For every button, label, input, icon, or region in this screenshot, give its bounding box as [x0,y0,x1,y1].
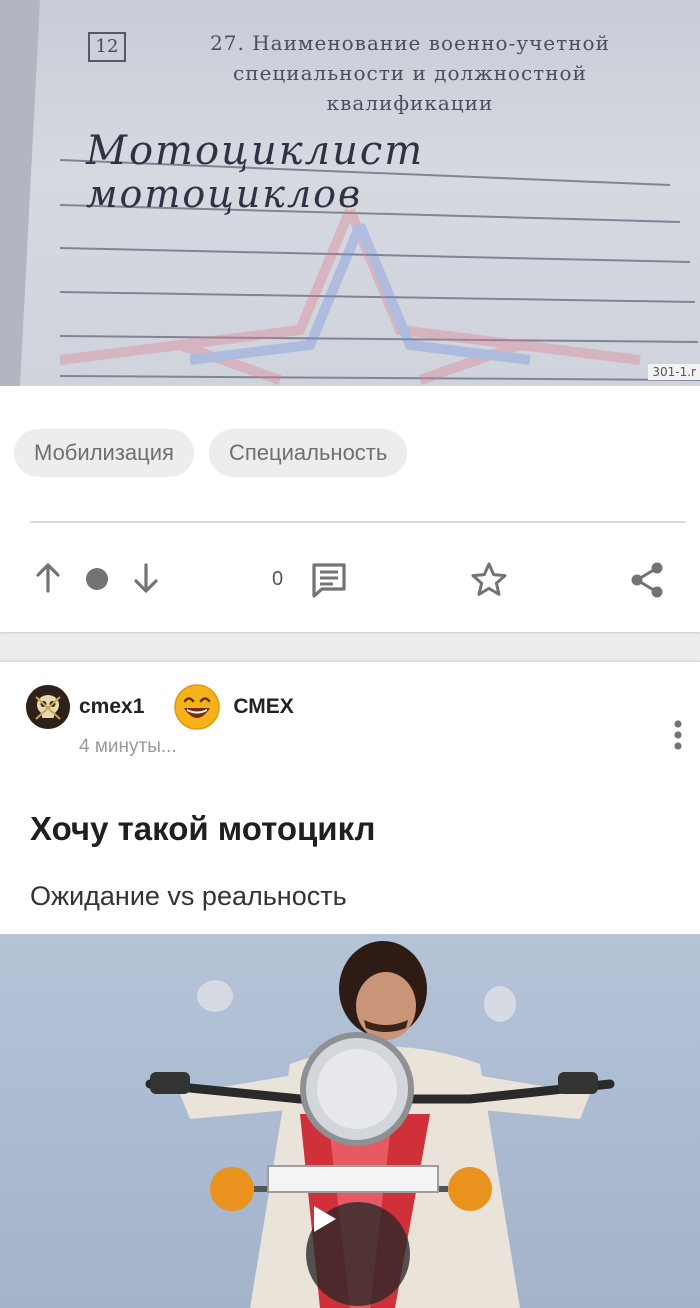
tag-mobilization[interactable]: Мобилизация [14,429,194,477]
heading-line: 27. Наименование военно-учетной [210,31,610,55]
comment-count: 0 [272,568,284,590]
handwritten-line-2: мотоциклов [86,172,363,216]
image-watermark: 301-1.r [648,364,700,380]
arrow-down-icon [134,563,158,593]
play-icon [314,1206,336,1232]
post-header: cmex1 СМЕХ [26,684,294,730]
tag-specialty[interactable]: Специальность [208,429,408,477]
share-button[interactable] [624,558,670,602]
divider [30,521,686,523]
document-field-heading: 27. Наименование военно-учетной специаль… [150,28,670,118]
author-name[interactable]: cmex1 [79,695,144,719]
downvote-button[interactable] [128,560,164,596]
post-card-motorcycle: cmex1 СМЕХ 4 минуты... Хочу такой мотоци… [0,662,700,1308]
post-actions-bar: 0 [0,548,700,610]
more-vertical-icon [674,720,682,750]
post-timestamp: 4 минуты... [79,736,177,757]
comments-button[interactable] [306,558,352,602]
post-image-military-id[interactable]: 12 27. Наименование военно-учетной специ… [0,0,700,386]
document-field-number: 12 [88,32,126,62]
share-icon [631,562,663,598]
avatar[interactable] [26,685,70,729]
comment-icon [312,563,346,598]
post-card-mobilization: 12 27. Наименование военно-учетной специ… [0,0,700,632]
skull-icon [26,685,70,729]
tag-list: Мобилизация Специальность [14,429,408,477]
heading-line: специальности и должностной [233,61,587,85]
upvote-button[interactable] [30,560,66,596]
save-button[interactable] [466,558,512,602]
post-title[interactable]: Хочу такой мотоцикл [30,810,375,848]
community-name[interactable]: СМЕХ [233,695,293,719]
laughing-emoji-icon [174,684,221,730]
more-options-button[interactable] [666,718,690,752]
star-icon [471,562,507,596]
handwritten-line-1: Мотоциклист [86,128,425,174]
heading-line: квалификации [326,91,494,115]
post-subtitle: Ожидание vs реальность [30,881,347,911]
community-avatar[interactable] [174,684,221,730]
post-video[interactable] [0,934,700,1308]
play-button[interactable] [306,1202,410,1306]
arrow-up-icon [36,563,60,593]
rating-indicator [86,568,108,590]
